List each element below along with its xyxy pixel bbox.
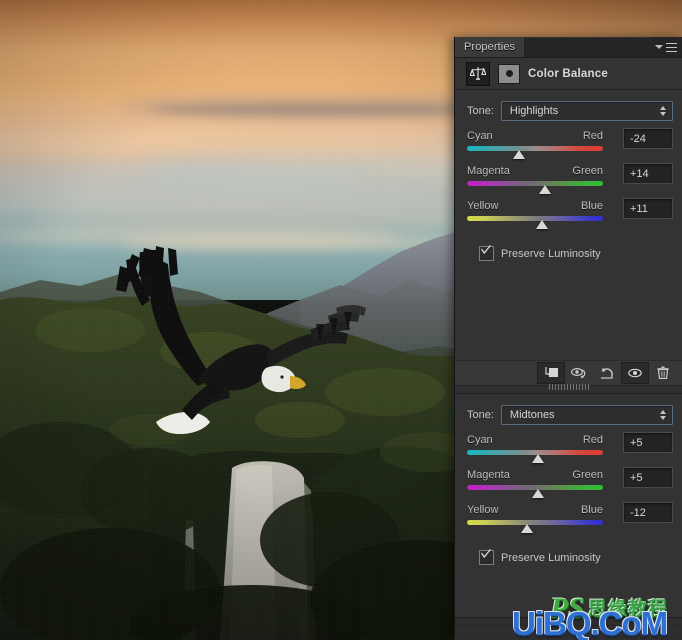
tab-properties-label: Properties xyxy=(464,41,516,53)
cyan-red-slider-row: Cyan Red +5 xyxy=(467,432,673,464)
eye-previous-state-icon xyxy=(570,367,586,379)
chevron-down-icon[interactable] xyxy=(655,45,663,49)
magenta-green-track[interactable] xyxy=(467,181,603,186)
yellow-blue-track[interactable] xyxy=(467,216,603,221)
panel-title: Color Balance xyxy=(528,67,608,80)
magenta-green-thumb[interactable] xyxy=(532,489,545,498)
cyan-label: Cyan xyxy=(467,434,493,446)
yellow-label: Yellow xyxy=(467,504,499,516)
color-balance-scales-icon xyxy=(466,61,490,86)
blue-label: Blue xyxy=(580,504,603,516)
magenta-green-thumb[interactable] xyxy=(538,185,551,194)
cyan-red-slider-row: Cyan Red -24 xyxy=(467,128,673,160)
view-previous-state-button[interactable] xyxy=(565,362,593,384)
clip-to-layer-button[interactable] xyxy=(537,362,565,384)
yellow-blue-value: +11 xyxy=(630,202,648,215)
preserve-luminosity-row-highlights[interactable]: Preserve Luminosity xyxy=(467,235,673,261)
green-label: Green xyxy=(572,469,603,481)
color-balance-section-midtones: Tone: Midtones Cyan Red +5 Magenta Green… xyxy=(455,394,682,624)
magenta-green-slider-row: Magenta Green +5 xyxy=(467,467,673,499)
cyan-red-thumb[interactable] xyxy=(532,454,545,463)
cyan-red-track[interactable] xyxy=(467,146,603,151)
magenta-green-value-input[interactable]: +5 xyxy=(623,467,673,488)
tab-bar-filler xyxy=(525,37,651,57)
yellow-label: Yellow xyxy=(467,200,499,212)
tone-row-highlights: Tone: Highlights xyxy=(455,90,682,130)
cyan-label: Cyan xyxy=(467,130,493,142)
toggle-visibility-button[interactable] xyxy=(621,362,649,384)
tone-select-value: Highlights xyxy=(509,105,559,117)
tone-row-midtones: Tone: Midtones xyxy=(455,394,682,434)
preserve-luminosity-label: Preserve Luminosity xyxy=(501,551,601,564)
adjustment-toolbar xyxy=(455,360,682,390)
preserve-luminosity-row-midtones[interactable]: Preserve Luminosity xyxy=(467,539,673,565)
magenta-green-value: +5 xyxy=(630,471,643,484)
checkmark-icon xyxy=(481,549,491,558)
slider-group-midtones: Cyan Red +5 Magenta Green +5 Yellow Blue… xyxy=(455,432,682,565)
reset-button[interactable] xyxy=(593,362,621,384)
clip-to-layer-icon xyxy=(545,367,558,377)
blue-label: Blue xyxy=(580,200,603,212)
magenta-label: Magenta xyxy=(467,165,510,177)
stepper-icon[interactable] xyxy=(660,410,666,420)
delete-button[interactable] xyxy=(649,362,677,384)
drag-grip-icon[interactable] xyxy=(549,384,589,390)
tone-label: Tone: xyxy=(467,105,494,117)
green-label: Green xyxy=(572,165,603,177)
magenta-green-slider-row: Magenta Green +14 xyxy=(467,163,673,195)
tab-properties[interactable]: Properties xyxy=(455,37,526,57)
yellow-blue-thumb[interactable] xyxy=(520,524,533,533)
yellow-blue-value-input[interactable]: +11 xyxy=(623,198,673,219)
panel-tab-bar: Properties xyxy=(455,37,682,58)
reset-arrow-icon xyxy=(601,367,613,379)
slider-group-highlights: Cyan Red -24 Magenta Green +14 Yellow Bl… xyxy=(455,128,682,261)
tone-label: Tone: xyxy=(467,409,494,421)
red-label: Red xyxy=(582,130,603,142)
cyan-red-value: -24 xyxy=(630,132,646,145)
preserve-luminosity-checkbox[interactable] xyxy=(479,245,494,261)
yellow-blue-slider-row: Yellow Blue +11 xyxy=(467,198,673,230)
panel-header: Color Balance xyxy=(455,58,682,90)
magenta-green-value-input[interactable]: +14 xyxy=(623,163,673,184)
panel-menu-group[interactable] xyxy=(651,37,682,57)
red-label: Red xyxy=(582,434,603,446)
cyan-red-thumb[interactable] xyxy=(512,150,525,159)
yellow-blue-value-input[interactable]: -12 xyxy=(623,502,673,523)
panel-footer xyxy=(455,617,682,640)
magenta-green-value: +14 xyxy=(630,167,649,180)
eye-icon xyxy=(628,368,642,378)
preserve-luminosity-checkbox[interactable] xyxy=(479,549,494,565)
yellow-blue-thumb[interactable] xyxy=(536,220,549,229)
tone-select-midtones[interactable]: Midtones xyxy=(500,405,673,425)
cyan-red-value-input[interactable]: -24 xyxy=(623,128,673,149)
trash-icon xyxy=(657,366,669,379)
preserve-luminosity-label: Preserve Luminosity xyxy=(501,247,601,260)
yellow-blue-track[interactable] xyxy=(467,520,603,525)
tone-select-value: Midtones xyxy=(509,409,555,421)
magenta-label: Magenta xyxy=(467,469,510,481)
yellow-blue-slider-row: Yellow Blue -12 xyxy=(467,502,673,534)
panel-menu-icon[interactable] xyxy=(666,42,677,52)
tone-select-highlights[interactable]: Highlights xyxy=(500,101,673,121)
properties-panel: Properties Color Balance Tone: Highlight… xyxy=(454,37,682,640)
photoshop-screenshot: Properties Color Balance Tone: Highlight… xyxy=(0,0,682,640)
color-balance-section-highlights: Tone: Highlights Cyan Red -24 Magenta Gr… xyxy=(455,90,682,360)
layer-mask-thumbnail-icon[interactable] xyxy=(498,63,520,84)
stepper-icon[interactable] xyxy=(660,106,666,116)
yellow-blue-value: -12 xyxy=(630,506,646,519)
checkmark-icon xyxy=(481,245,491,254)
cyan-red-value: +5 xyxy=(630,436,643,449)
cyan-red-value-input[interactable]: +5 xyxy=(623,432,673,453)
